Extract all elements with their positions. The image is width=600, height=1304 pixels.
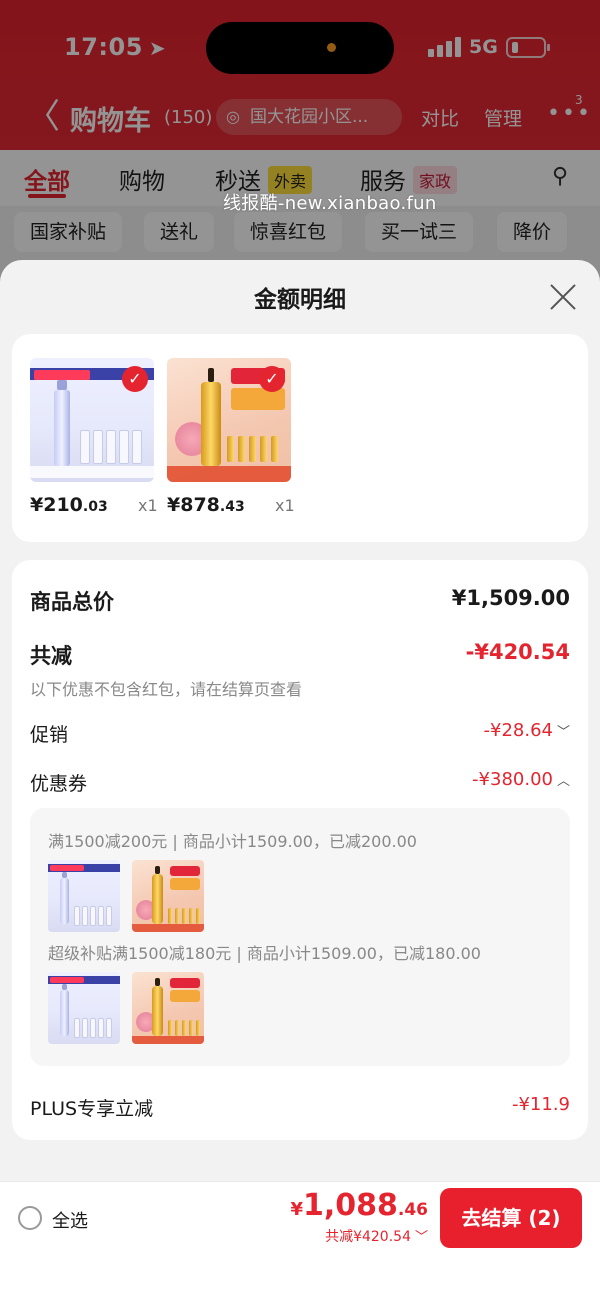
selected-check-icon[interactable]: ✓ <box>122 366 148 392</box>
watermark-text: 线报酷-new.xianbao.fun <box>223 193 437 214</box>
product-quantity: x1 <box>138 496 158 515</box>
promo-value: -¥28.64 ﹀ <box>483 720 571 741</box>
product-price: ¥210.03 <box>30 494 108 516</box>
discount-note: 以下优惠不包含红包，请在结算页查看 <box>30 680 303 699</box>
total-integer: 1,088 <box>302 1188 398 1223</box>
plus-discount-value: -¥11.9 <box>511 1094 570 1115</box>
checkout-button[interactable]: 去结算 (2) <box>440 1188 582 1248</box>
coupon-product-thumb <box>132 860 204 932</box>
checkout-bar: 全选 ¥1,088.46 共减¥420.54 ﹀ 去结算 (2) <box>0 1181 600 1253</box>
product-item[interactable]: ✓ ¥210.03 x1 <box>30 358 158 516</box>
product-list-card: ✓ ¥210.03 x1 ✓ ¥878.43 x1 <box>12 334 588 542</box>
currency-symbol: ¥ <box>290 1199 303 1220</box>
coupon-product-thumb <box>48 972 120 1044</box>
total-price-value: ¥1,509.00 <box>451 586 570 610</box>
price-summary-card: 商品总价 ¥1,509.00 共减 -¥420.54 以下优惠不包含红包，请在结… <box>12 560 588 1140</box>
close-icon[interactable] <box>548 282 578 312</box>
amount-detail-sheet: 金额明细 ✓ ¥210.03 x1 ✓ ¥878.43 x1 商品总价 ¥1,5… <box>0 260 600 1304</box>
selected-check-icon[interactable]: ✓ <box>259 366 285 392</box>
total-payable: ¥1,088.46 <box>290 1188 428 1223</box>
promo-label: 促销 <box>30 724 69 746</box>
total-saving[interactable]: 共减¥420.54 ﹀ <box>325 1226 428 1246</box>
product-quantity: x1 <box>275 496 295 515</box>
coupon-detail-line: 超级补贴满1500减180元 | 商品小计1509.00，已减180.00 <box>48 944 481 963</box>
total-decimal: .46 <box>397 1200 428 1220</box>
coupon-details: 满1500减200元 | 商品小计1509.00，已减200.00 超级补贴满1… <box>30 808 570 1066</box>
chevron-down-icon: ﹀ <box>556 725 570 740</box>
product-item[interactable]: ✓ ¥878.43 x1 <box>167 358 295 516</box>
coupon-product-thumb <box>132 972 204 1044</box>
coupon-product-thumb <box>48 860 120 932</box>
discount-label: 共减 <box>30 644 72 668</box>
select-all-checkbox[interactable] <box>18 1206 42 1230</box>
select-all-label[interactable]: 全选 <box>52 1207 88 1233</box>
home-indicator-area <box>0 1253 600 1304</box>
product-image-guerlain: ✓ <box>167 358 291 482</box>
total-price-label: 商品总价 <box>30 590 114 614</box>
coupon-value: -¥380.00 ︿ <box>472 769 570 790</box>
discount-value: -¥420.54 <box>465 640 570 664</box>
coupon-label: 优惠券 <box>30 773 88 795</box>
chevron-down-icon: ﹀ <box>414 1230 428 1245</box>
product-image-proya: ✓ <box>30 358 154 482</box>
product-price: ¥878.43 <box>167 494 245 516</box>
coupon-detail-line: 满1500减200元 | 商品小计1509.00，已减200.00 <box>48 832 417 851</box>
sheet-title: 金额明细 <box>254 287 346 313</box>
chevron-up-icon: ︿ <box>556 774 570 789</box>
plus-discount-label: PLUS专享立减 <box>30 1098 154 1120</box>
